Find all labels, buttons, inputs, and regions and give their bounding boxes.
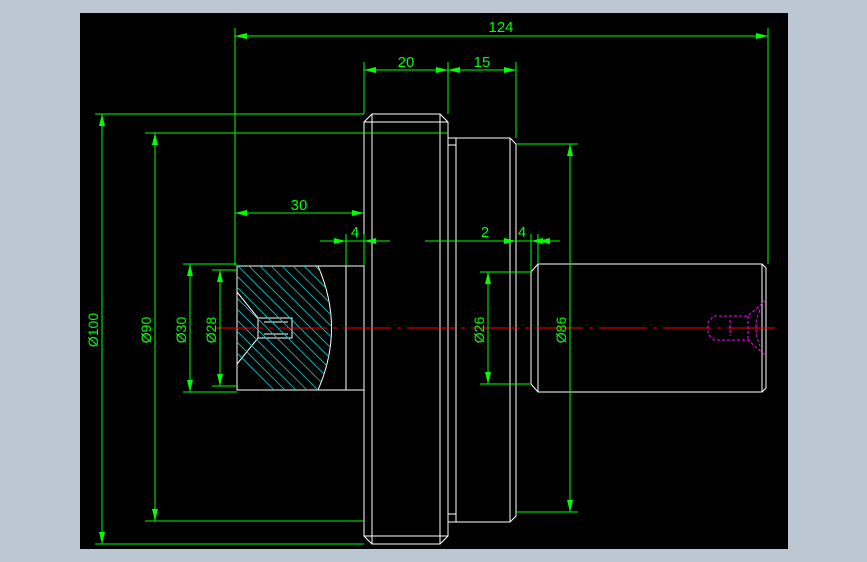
dim-gear-width: 20: [398, 54, 415, 71]
dim-dia-100: Ø100: [85, 313, 101, 347]
dim-right-chamfer: 4: [518, 224, 526, 241]
dim-hub-width: 15: [474, 54, 491, 71]
dim-undercut: 2: [481, 224, 489, 241]
dim-left-chamfer: 4: [351, 224, 359, 241]
dim-overall-length: 124: [488, 19, 513, 36]
dim-dia-90: Ø90: [138, 317, 154, 344]
dim-dia-26: Ø26: [471, 317, 487, 344]
dim-dia-28: Ø28: [203, 317, 219, 344]
dim-dia-30: Ø30: [173, 317, 189, 344]
drawing-canvas: [80, 13, 788, 549]
dim-left-shaft-length: 30: [291, 197, 308, 214]
cad-viewport-background: 124 20 15 30 4 2 4 Ø100 Ø90 Ø30 Ø28 Ø26 …: [0, 0, 867, 562]
cad-drawing: 124 20 15 30 4 2 4 Ø100 Ø90 Ø30 Ø28 Ø26 …: [80, 13, 788, 549]
dim-dia-86: Ø86: [553, 317, 569, 344]
